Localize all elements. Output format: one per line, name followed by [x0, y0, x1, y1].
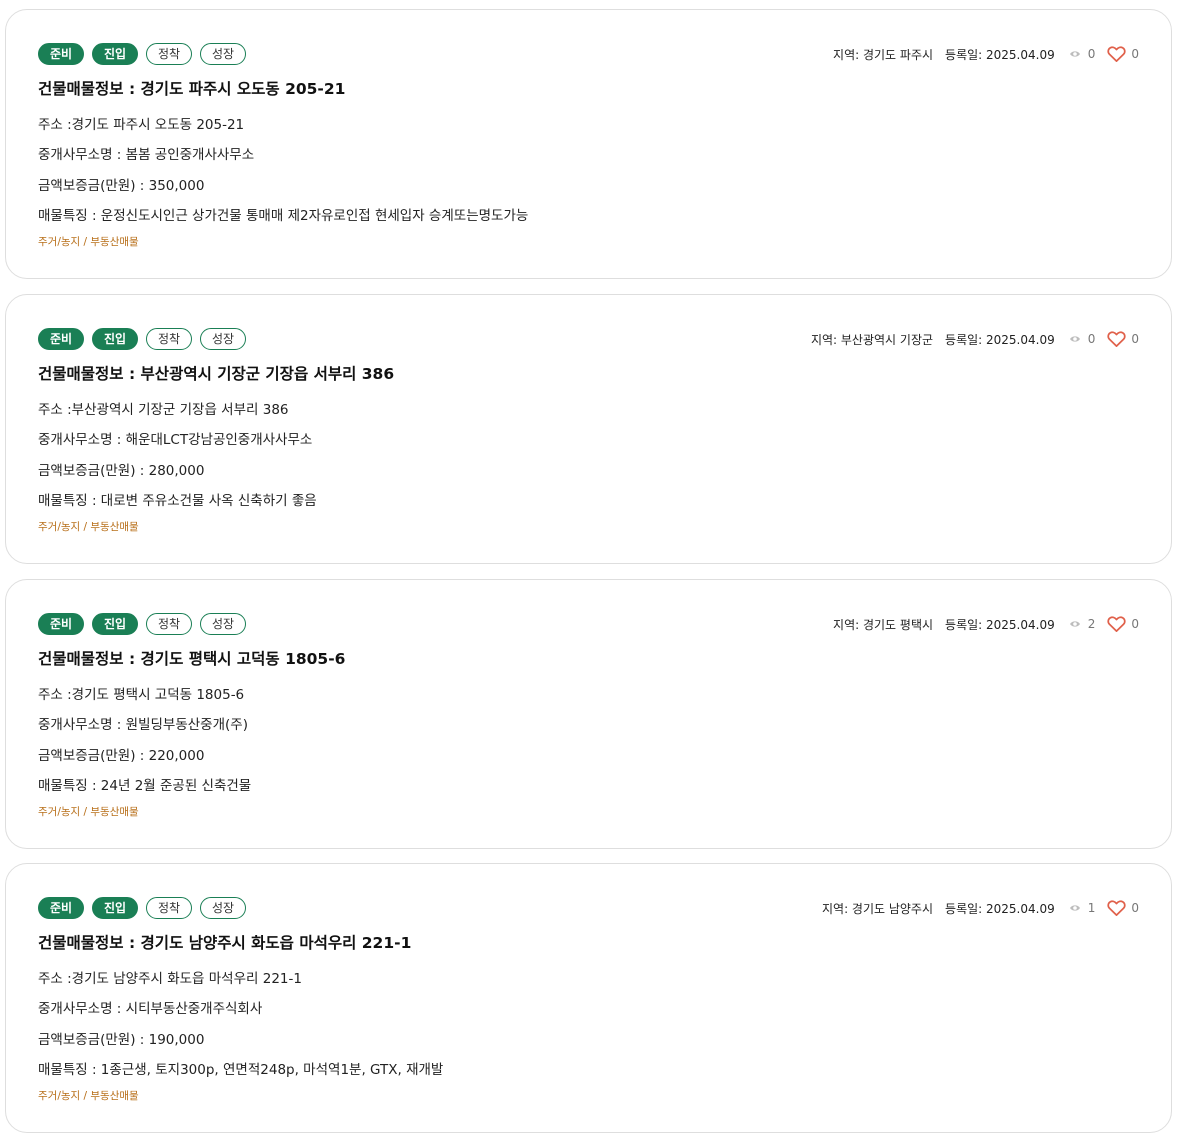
- view-count: 0: [1087, 47, 1096, 61]
- like-count: 0: [1131, 332, 1139, 346]
- eye-icon: [1069, 621, 1080, 627]
- registration-date: 등록일: 2025.04.09: [945, 617, 1055, 632]
- tag-ready[interactable]: 준비: [38, 328, 84, 350]
- view-count: 2: [1087, 617, 1096, 631]
- tag-settle[interactable]: 정착: [146, 328, 192, 350]
- stage-tags: 준비 진입 정착 성장: [38, 328, 246, 350]
- tag-growth[interactable]: 성장: [200, 613, 246, 635]
- listing-category[interactable]: 주거/농지 / 부동산매물: [38, 1088, 139, 1103]
- listing-address: 주소 :경기도 평택시 고덕동 1805-6: [38, 687, 245, 703]
- heart-icon[interactable]: [1107, 899, 1126, 917]
- listing-deposit: 금액보증금(만원) : 220,000: [38, 748, 205, 764]
- stage-tags: 준비 진입 정착 성장: [38, 897, 246, 919]
- listing-broker: 중개사무소명 : 시티부동산중개주식회사: [38, 1001, 263, 1017]
- tag-growth[interactable]: 성장: [200, 328, 246, 350]
- listing-card[interactable]: 준비 진입 정착 성장 지역: 경기도 평택시 등록일: 2025.04.09 …: [5, 579, 1172, 849]
- eye-icon: [1069, 51, 1080, 57]
- listing-address: 주소 :경기도 남양주시 화도읍 마석우리 221-1: [38, 971, 302, 987]
- tag-growth[interactable]: 성장: [200, 897, 246, 919]
- heart-icon[interactable]: [1107, 330, 1126, 348]
- listing-title[interactable]: 건물매물정보 : 경기도 남양주시 화도읍 마석우리 221-1: [38, 931, 411, 953]
- like-count: 0: [1131, 901, 1139, 915]
- listing-deposit: 금액보증금(만원) : 280,000: [38, 463, 205, 479]
- tag-ready[interactable]: 준비: [38, 897, 84, 919]
- listing-broker: 중개사무소명 : 해운대LCT강남공인중개사사무소: [38, 432, 313, 448]
- listing-address: 주소 :경기도 파주시 오도동 205-21: [38, 117, 245, 133]
- listing-card[interactable]: 준비 진입 정착 성장 지역: 경기도 남양주시 등록일: 2025.04.09…: [5, 863, 1172, 1133]
- listing-address: 주소 :부산광역시 기장군 기장읍 서부리 386: [38, 402, 289, 418]
- tag-settle[interactable]: 정착: [146, 897, 192, 919]
- tag-entry[interactable]: 진입: [92, 613, 138, 635]
- tag-ready[interactable]: 준비: [38, 43, 84, 65]
- tag-entry[interactable]: 진입: [92, 328, 138, 350]
- tag-entry[interactable]: 진입: [92, 897, 138, 919]
- region-label: 지역: 경기도 평택시: [833, 617, 934, 632]
- heart-icon[interactable]: [1107, 615, 1126, 633]
- tag-settle[interactable]: 정착: [146, 613, 192, 635]
- stage-tags: 준비 진입 정착 성장: [38, 613, 246, 635]
- listing-meta: 지역: 경기도 평택시 등록일: 2025.04.09 2 0: [833, 614, 1139, 634]
- listing-card[interactable]: 준비 진입 정착 성장 지역: 경기도 파주시 등록일: 2025.04.09 …: [5, 9, 1172, 279]
- listing-category[interactable]: 주거/농지 / 부동산매물: [38, 234, 139, 249]
- listing-title[interactable]: 건물매물정보 : 경기도 평택시 고덕동 1805-6: [38, 647, 345, 669]
- listing-meta: 지역: 부산광역시 기장군 등록일: 2025.04.09 0 0: [811, 329, 1139, 349]
- listing-meta: 지역: 경기도 파주시 등록일: 2025.04.09 0 0: [833, 44, 1139, 64]
- listing-category[interactable]: 주거/농지 / 부동산매물: [38, 804, 139, 819]
- listing-broker: 중개사무소명 : 원빌딩부동산중개(주): [38, 717, 248, 733]
- listing-deposit: 금액보증금(만원) : 190,000: [38, 1032, 205, 1048]
- listing-meta: 지역: 경기도 남양주시 등록일: 2025.04.09 1 0: [822, 898, 1139, 918]
- region-label: 지역: 경기도 파주시: [833, 47, 934, 62]
- region-label: 지역: 경기도 남양주시: [821, 901, 934, 916]
- listing-title[interactable]: 건물매물정보 : 경기도 파주시 오도동 205-21: [38, 77, 345, 99]
- view-count: 0: [1087, 332, 1096, 346]
- like-count: 0: [1131, 617, 1139, 631]
- heart-icon[interactable]: [1107, 45, 1126, 63]
- listing-feature: 매물특징 : 운정신도시인근 상가건물 통매매 제2자유로인접 현세입자 승계또…: [38, 208, 529, 224]
- listing-deposit: 금액보증금(만원) : 350,000: [38, 178, 205, 194]
- listing-feature: 매물특징 : 24년 2월 준공된 신축건물: [38, 778, 252, 794]
- registration-date: 등록일: 2025.04.09: [945, 332, 1055, 347]
- listing-broker: 중개사무소명 : 봄봄 공인중개사사무소: [38, 147, 255, 163]
- tag-ready[interactable]: 준비: [38, 613, 84, 635]
- region-label: 지역: 부산광역시 기장군: [810, 332, 934, 347]
- like-count: 0: [1131, 47, 1139, 61]
- tag-entry[interactable]: 진입: [92, 43, 138, 65]
- listing-card[interactable]: 준비 진입 정착 성장 지역: 부산광역시 기장군 등록일: 2025.04.0…: [5, 294, 1172, 564]
- listing-feature: 매물특징 : 1종근생, 토지300p, 연면적248p, 마석역1분, GTX…: [38, 1062, 444, 1078]
- listing-title[interactable]: 건물매물정보 : 부산광역시 기장군 기장읍 서부리 386: [38, 362, 394, 384]
- listing-category[interactable]: 주거/농지 / 부동산매물: [38, 519, 139, 534]
- registration-date: 등록일: 2025.04.09: [945, 47, 1055, 62]
- view-count: 1: [1087, 901, 1096, 915]
- registration-date: 등록일: 2025.04.09: [945, 901, 1055, 916]
- tag-growth[interactable]: 성장: [200, 43, 246, 65]
- eye-icon: [1069, 905, 1080, 911]
- listing-feature: 매물특징 : 대로변 주유소건물 사옥 신축하기 좋음: [38, 493, 317, 509]
- tag-settle[interactable]: 정착: [146, 43, 192, 65]
- eye-icon: [1069, 336, 1080, 342]
- stage-tags: 준비 진입 정착 성장: [38, 43, 246, 65]
